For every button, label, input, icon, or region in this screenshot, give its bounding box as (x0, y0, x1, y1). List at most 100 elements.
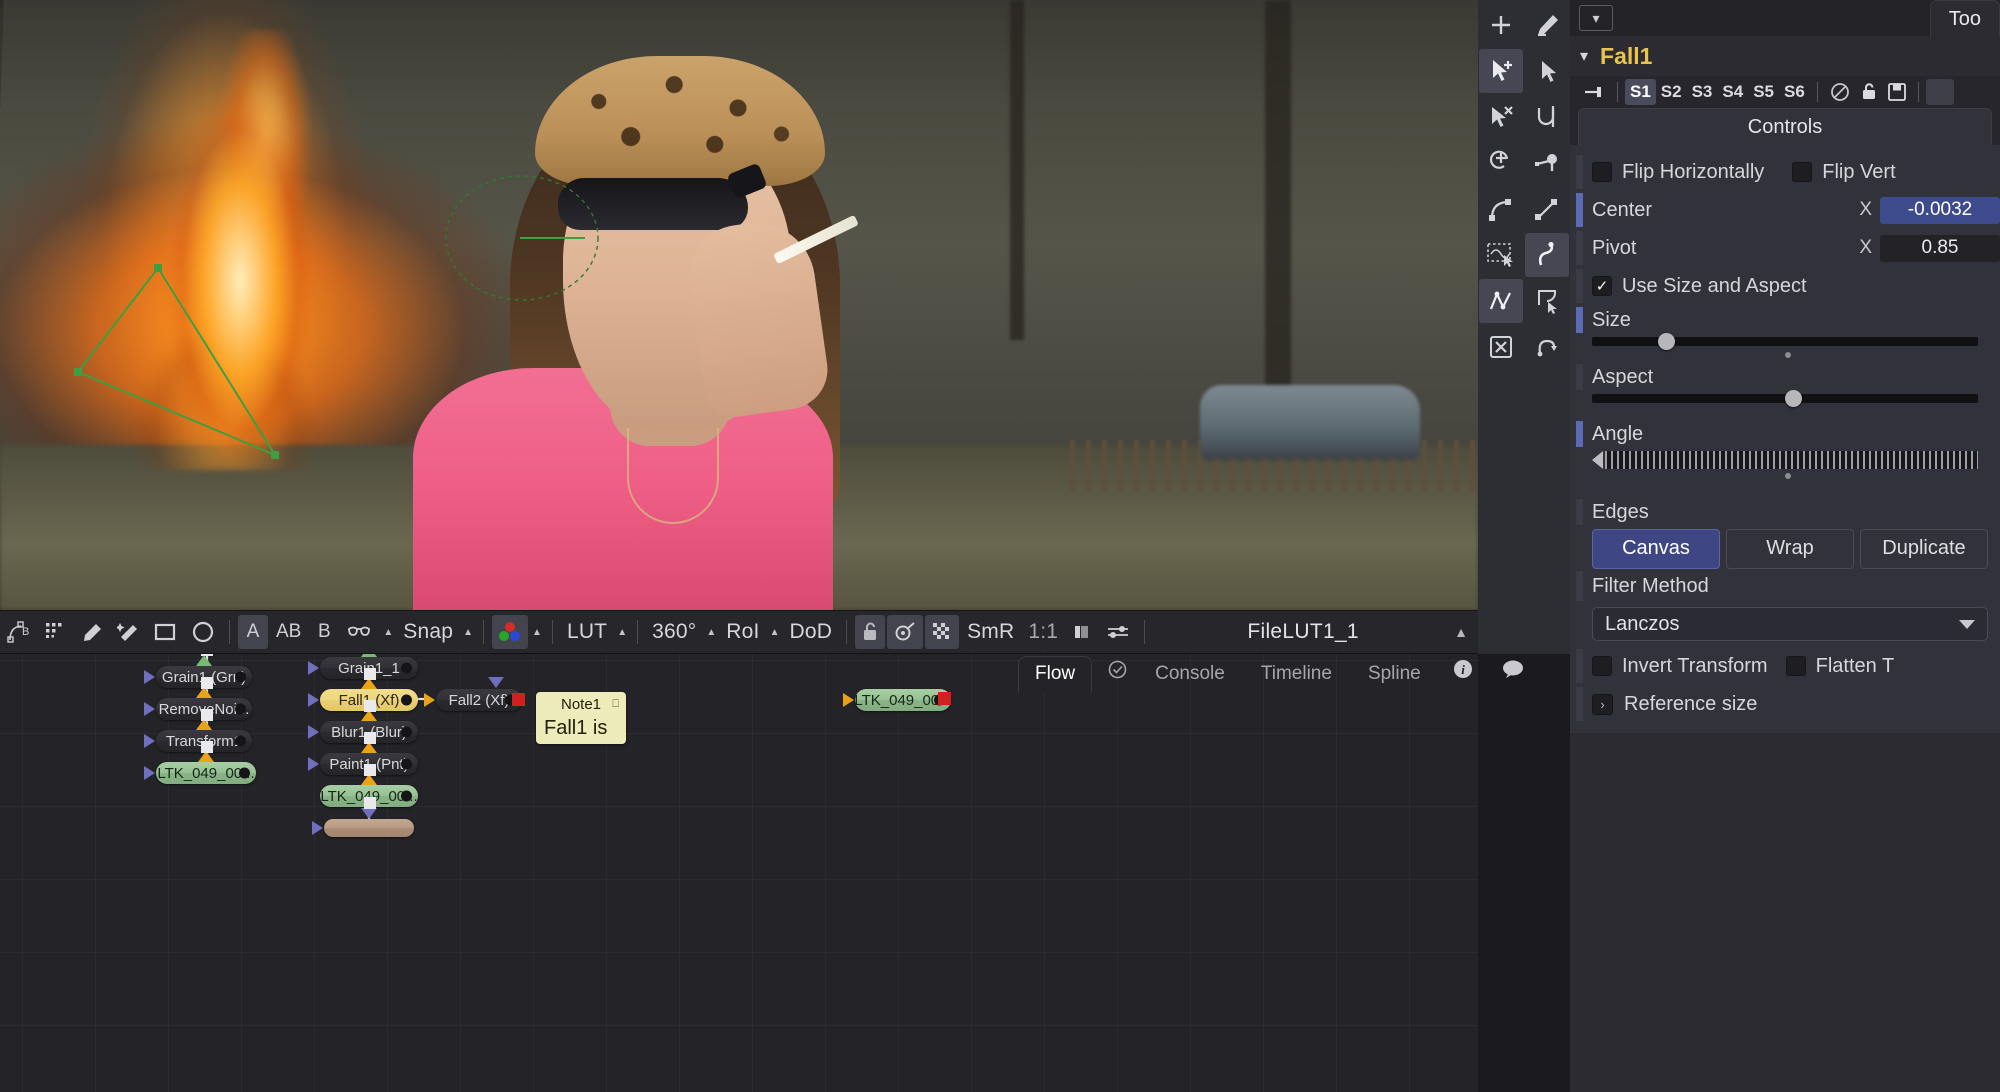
node-output-dot[interactable] (401, 758, 412, 770)
reduce-points-icon[interactable] (1479, 279, 1523, 323)
glasses-icon[interactable] (341, 615, 379, 649)
edges-button-group[interactable]: Canvas Wrap Duplicate (1570, 527, 2000, 569)
flatten-transform-checkbox[interactable] (1785, 656, 1806, 676)
node-output-dot[interactable] (401, 694, 412, 706)
node-output-dot[interactable] (401, 790, 412, 802)
roto-tool-strip[interactable] (1478, 0, 1570, 654)
tab-controls[interactable]: Controls (1578, 108, 1992, 145)
node-mask-bottom[interactable] (312, 808, 414, 837)
tab-timeline[interactable]: Timeline (1245, 657, 1348, 692)
size-slider-row[interactable] (1570, 333, 2000, 362)
connector-square[interactable] (201, 654, 213, 656)
delete-spline-icon[interactable] (1479, 325, 1523, 369)
node-input-arrow[interactable] (144, 734, 155, 748)
node-render-flag[interactable] (512, 693, 525, 706)
connector-square[interactable] (364, 764, 376, 776)
node-saver-lower[interactable]: LTK_049_00... (843, 689, 952, 711)
inspector-state-bar[interactable]: S1 S2 S3 S4 S5 S6 (1570, 76, 2000, 108)
node-output-dot[interactable] (235, 703, 246, 715)
smooth-curve-icon[interactable] (1525, 95, 1569, 139)
snap-caret-icon[interactable]: ▲ (460, 627, 476, 638)
filter-method-dropdown[interactable]: Lanczos (1592, 607, 1988, 641)
extra-state-button[interactable] (1925, 79, 1954, 105)
state-button-s6[interactable]: S6 (1779, 79, 1810, 105)
node-output-dot[interactable] (235, 671, 246, 683)
angle-dial[interactable] (1592, 451, 1978, 469)
invert-transform-checkbox[interactable] (1592, 656, 1612, 676)
tab-flow[interactable]: Flow (1018, 656, 1093, 692)
lut-caret-icon[interactable]: ▲ (614, 627, 630, 638)
inspector-tab-row[interactable]: Controls (1570, 108, 2000, 145)
line-handle-icon[interactable] (1525, 187, 1569, 231)
center-x-field[interactable]: -0.0032 (1880, 196, 2000, 224)
click-append-icon[interactable] (1479, 49, 1523, 93)
chevron-right-icon[interactable]: › (1592, 693, 1613, 715)
state-button-s2[interactable]: S2 (1656, 79, 1687, 105)
size-keyframe-dot[interactable] (1785, 352, 1791, 358)
node-input-arrow[interactable] (424, 693, 435, 707)
magic-wand-icon[interactable] (111, 615, 145, 649)
aspect-slider-track[interactable] (1592, 390, 1978, 407)
tab-console[interactable]: Console (1139, 657, 1241, 692)
node-input-arrow[interactable] (312, 821, 323, 835)
node-input-arrow[interactable] (308, 661, 319, 675)
info-icon[interactable]: i (1441, 655, 1485, 692)
control-reference-size-row[interactable]: › Reference size (1570, 685, 2000, 723)
state-button-s4[interactable]: S4 (1717, 79, 1748, 105)
bspline-icon[interactable]: B (1, 615, 37, 649)
stereo-caret-icon[interactable]: ▲ (380, 627, 396, 638)
node-render-flag[interactable] (938, 692, 951, 705)
connector-square[interactable] (201, 709, 213, 721)
angle-slider-row[interactable] (1570, 449, 2000, 497)
ellipse-mask-icon[interactable] (185, 615, 221, 649)
node-output-dot[interactable] (239, 767, 250, 779)
node-effect-input-arrow[interactable] (361, 654, 377, 657)
dod-button[interactable]: DoD (782, 620, 839, 644)
reshape-icon[interactable] (1525, 279, 1569, 323)
connector-square[interactable] (201, 677, 213, 689)
resize-icon[interactable]: ⎕ (612, 698, 619, 711)
node-graph-panel[interactable]: LTK_049_00... Merge1 Grain1 (Grn) Remove… (0, 654, 1478, 1092)
save-icon[interactable] (1883, 79, 1911, 105)
aspect-slider-thumb[interactable] (1785, 390, 1802, 407)
node-output-dot[interactable] (401, 726, 412, 738)
lut-button[interactable]: LUT (560, 620, 614, 644)
inspector-panel[interactable]: ▾ Too ▾ Fall1 S1 S2 S3 S4 S5 S6 Controls… (1570, 0, 2000, 1092)
degrees-button[interactable]: 360° (645, 620, 703, 644)
lock-icon[interactable] (855, 615, 886, 649)
node-fall2[interactable]: Fall2 (Xf) (424, 677, 522, 711)
use-size-aspect-checkbox[interactable]: ✓ (1592, 276, 1612, 296)
curve-handle-icon[interactable] (1479, 187, 1523, 231)
chevron-down-icon[interactable] (1959, 619, 1975, 629)
delete-point-icon[interactable] (1479, 95, 1523, 139)
angle-tick-strip[interactable] (1605, 451, 1978, 469)
pin-icon[interactable] (1578, 79, 1610, 105)
paint-brush-icon[interactable] (75, 615, 109, 649)
spline-edit-icon[interactable] (1525, 233, 1569, 277)
chevron-down-icon[interactable]: ▾ (1579, 5, 1613, 31)
tab-tools[interactable]: Too (1929, 0, 2000, 37)
color-wheels-icon[interactable] (492, 615, 529, 649)
connector-square[interactable] (364, 700, 376, 712)
expand-chevron-icon[interactable]: ▾ (1580, 46, 1588, 66)
viewer-toolbar[interactable]: B A AB B ▲ Snap ▲ ▲ LUT ▲ 360° ▲ RoI ▲ D… (0, 610, 1478, 654)
node-output-dot[interactable] (235, 735, 246, 747)
disable-icon[interactable] (1825, 79, 1855, 105)
size-slider-track[interactable] (1592, 333, 1978, 358)
node-effect-input-arrow[interactable] (196, 655, 212, 666)
pen-draw-icon[interactable] (1525, 3, 1569, 47)
marquee-select-icon[interactable] (1479, 233, 1523, 277)
node-input-arrow[interactable] (144, 766, 155, 780)
select-arrow-icon[interactable] (1525, 49, 1569, 93)
node-input-arrow[interactable] (308, 693, 319, 707)
size-slider-thumb[interactable] (1657, 333, 1675, 350)
channel-a-button[interactable]: A (238, 615, 268, 649)
degrees-caret-icon[interactable]: ▲ (703, 627, 719, 638)
viewer-expand-icon[interactable]: ▲ (1454, 624, 1478, 640)
add-point-icon[interactable] (1479, 3, 1523, 47)
node-loader-col1[interactable]: LTK_049_00... (144, 751, 256, 784)
edges-duplicate-button[interactable]: Duplicate (1860, 529, 1988, 569)
comment-icon[interactable] (1489, 655, 1537, 692)
pivot-x-field[interactable]: 0.85 (1880, 234, 2000, 262)
split-icon[interactable] (1066, 615, 1098, 649)
